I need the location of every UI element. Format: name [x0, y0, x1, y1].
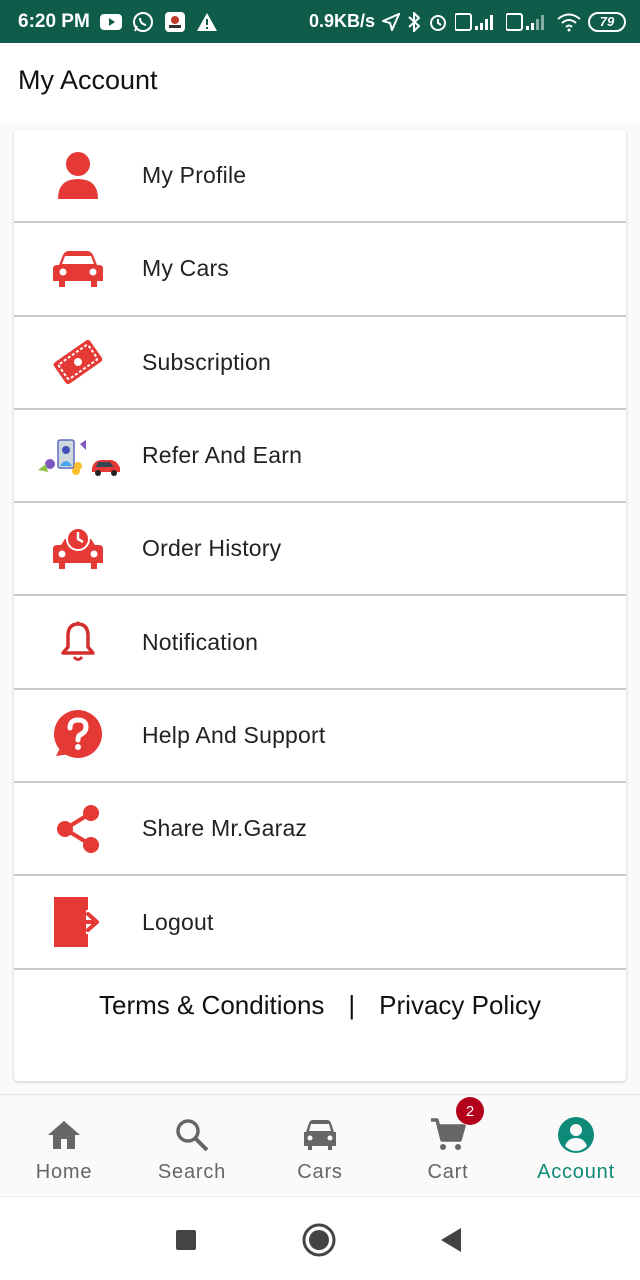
menu-item-label: Order History	[142, 535, 282, 562]
help-icon	[50, 707, 106, 763]
bottom-nav: Home Search Cars Cart 2 Account	[0, 1094, 640, 1196]
whatsapp-icon	[132, 11, 154, 33]
menu-item-my-cars[interactable]: My Cars	[14, 223, 626, 317]
nav-cars[interactable]: Cars	[256, 1095, 384, 1196]
status-bar: 6:20 PM 0.9KB/s 79	[0, 0, 640, 43]
menu-item-share[interactable]: Share Mr.Garaz	[14, 783, 626, 877]
menu-item-logout[interactable]: Logout	[14, 876, 626, 970]
page-title: My Account	[18, 65, 158, 95]
person-icon	[50, 148, 106, 204]
nav-label: Cars	[297, 1161, 343, 1183]
ticket-icon	[50, 334, 106, 390]
menu-item-label: My Cars	[142, 255, 230, 282]
car-clock-icon	[50, 521, 106, 577]
menu-item-help-and-support[interactable]: Help And Support	[14, 690, 626, 784]
network-speed: 0.9KB/s	[308, 11, 375, 31]
volte-signal-2-icon	[506, 12, 550, 32]
menu-item-label: Subscription	[142, 348, 271, 375]
location-icon	[382, 12, 400, 31]
bluetooth-icon	[407, 11, 421, 32]
menu-item-label: Refer And Earn	[142, 442, 303, 469]
car-icon	[50, 241, 106, 297]
nav-home[interactable]: Home	[0, 1095, 128, 1196]
wifi-icon	[557, 12, 581, 32]
nav-label: Account	[537, 1161, 615, 1183]
nav-account[interactable]: Account	[512, 1095, 640, 1196]
home-button[interactable]	[302, 1223, 336, 1257]
logout-icon	[50, 894, 106, 950]
menu-item-label: Share Mr.Garaz	[142, 815, 308, 842]
nav-label: Cart	[427, 1161, 469, 1183]
terms-link[interactable]: Terms & Conditions	[99, 990, 324, 1021]
home-icon	[44, 1115, 84, 1155]
menu-item-label: Notification	[142, 628, 259, 655]
cart-count-badge: 2	[456, 1097, 484, 1125]
account-icon	[556, 1115, 596, 1155]
menu-item-my-profile[interactable]: My Profile	[14, 130, 626, 224]
menu-item-refer-and-earn[interactable]: Refer And Earn	[14, 410, 626, 504]
nav-label: Home	[35, 1161, 93, 1183]
menu-item-label: Logout	[142, 908, 214, 935]
car-icon	[300, 1115, 340, 1155]
back-button[interactable]	[434, 1223, 468, 1257]
app-bar: My Account	[0, 43, 640, 123]
menu-item-notification[interactable]: Notification	[14, 596, 626, 690]
bell-icon	[50, 614, 106, 670]
battery-indicator: 79	[588, 11, 626, 32]
menu-item-subscription[interactable]: Subscription	[14, 317, 626, 410]
share-icon	[50, 801, 106, 857]
app-notification-icon	[164, 11, 186, 33]
recents-button[interactable]	[169, 1223, 203, 1257]
privacy-link[interactable]: Privacy Policy	[379, 990, 541, 1021]
status-time: 6:20 PM	[18, 10, 90, 32]
account-menu-card: My Profile My Cars Subscription Refer An…	[14, 130, 626, 1081]
system-nav-bar	[0, 1196, 640, 1280]
volte-signal-icon	[455, 12, 499, 32]
footer-separator: |	[348, 990, 356, 1020]
youtube-icon	[99, 13, 122, 30]
nav-cart[interactable]: Cart 2	[384, 1095, 512, 1196]
search-icon	[172, 1115, 212, 1155]
refer-illustration-icon	[36, 428, 122, 484]
footer-links: Terms & Conditions | Privacy Policy	[14, 990, 626, 1021]
menu-item-label: Help And Support	[142, 721, 326, 748]
alarm-icon	[428, 12, 448, 32]
nav-label: Search	[157, 1161, 227, 1183]
menu-item-label: My Profile	[142, 162, 247, 189]
menu-item-order-history[interactable]: Order History	[14, 503, 626, 597]
nav-search[interactable]: Search	[128, 1095, 256, 1196]
warning-icon	[196, 12, 218, 32]
